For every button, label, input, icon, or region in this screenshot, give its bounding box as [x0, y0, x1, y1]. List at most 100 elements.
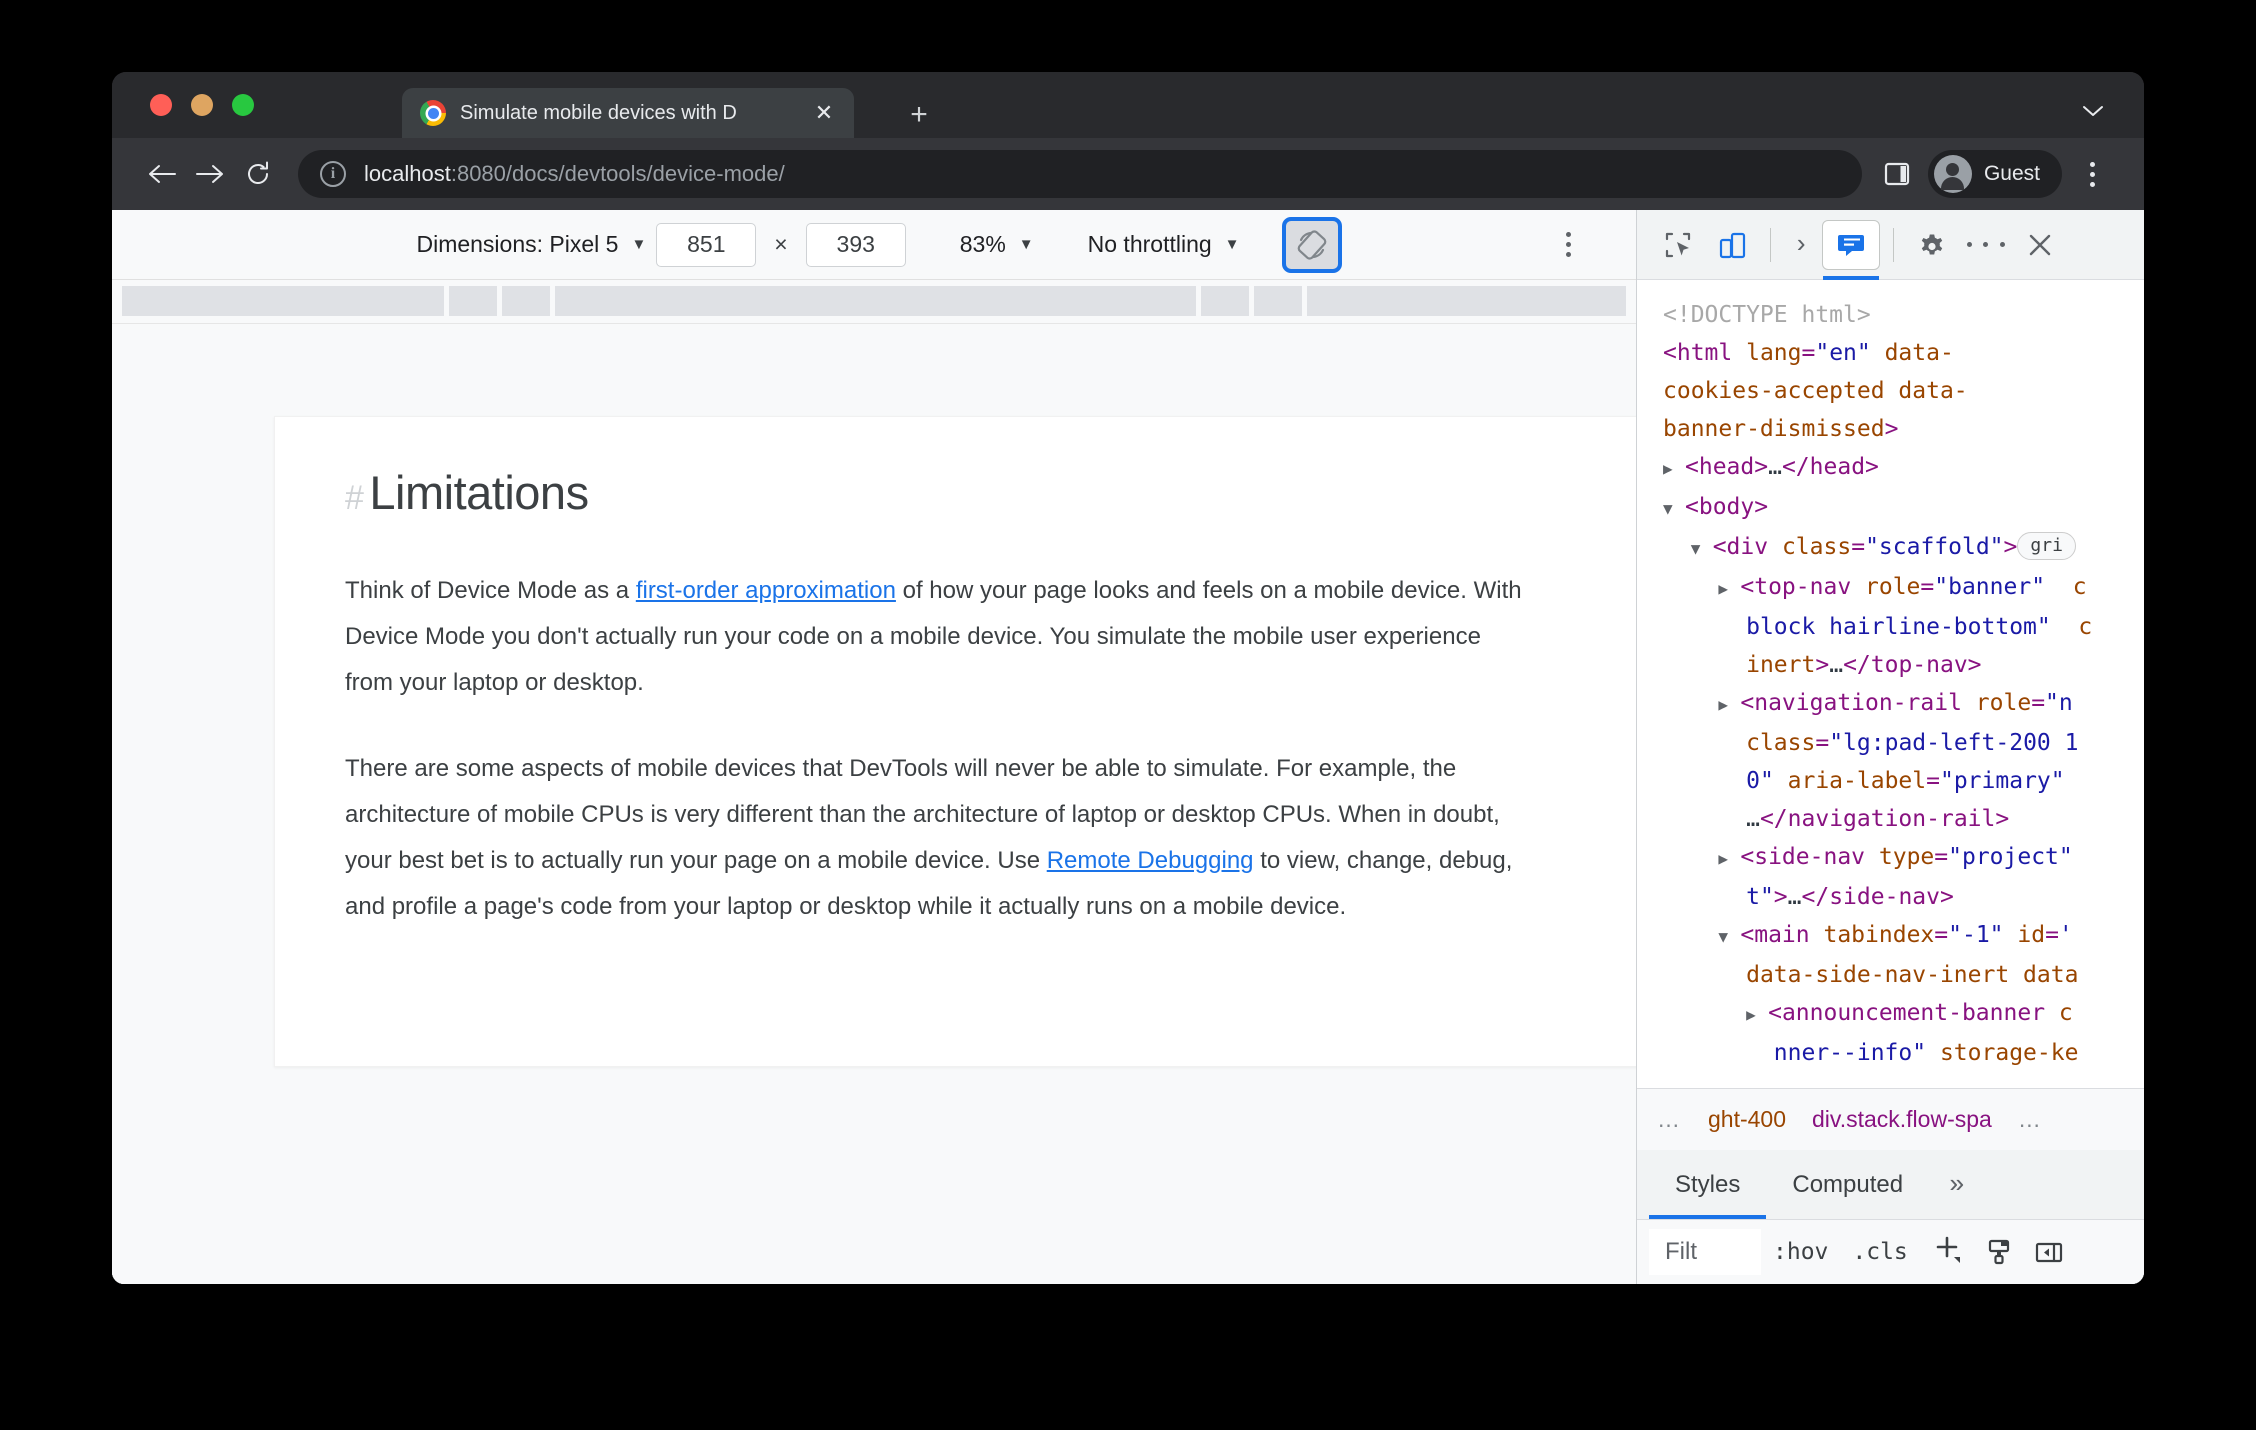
- dom-token: aria-label: [1773, 768, 1927, 794]
- dom-token: role: [1975, 690, 2032, 716]
- computed-styles-sidebar-button[interactable]: [1974, 1229, 2024, 1275]
- tab-elements[interactable]: [1822, 219, 1880, 280]
- dom-token: >: [1815, 652, 1830, 678]
- new-tab-button[interactable]: +: [902, 98, 936, 132]
- collapse-arrow-icon[interactable]: ▼: [1718, 918, 1740, 956]
- close-icon[interactable]: ✕: [810, 99, 838, 127]
- dimension-separator: ×: [774, 231, 788, 257]
- chevron-down-icon[interactable]: [2076, 94, 2110, 128]
- close-window-button[interactable]: [150, 94, 172, 116]
- tab-styles[interactable]: Styles: [1649, 1151, 1767, 1219]
- dom-tree-line[interactable]: ▶ <side-nav type="project": [1663, 838, 2144, 878]
- expand-arrow-icon[interactable]: ▶: [1718, 686, 1740, 724]
- grid-badge[interactable]: gri: [2017, 532, 2076, 560]
- close-icon: [2029, 234, 2051, 255]
- inspect-element-button[interactable]: [1653, 220, 1703, 270]
- expand-arrow-icon[interactable]: ▶: [1663, 450, 1685, 488]
- rotate-device-button[interactable]: [1281, 216, 1342, 273]
- force-state-button[interactable]: :hov: [1761, 1239, 1840, 1265]
- dom-tree-line[interactable]: inert>…</top-nav>: [1663, 646, 2144, 684]
- dom-tree-line[interactable]: ▼ <body>: [1663, 488, 2144, 528]
- dom-tree-line[interactable]: block hairline-bottom" c: [1663, 608, 2144, 646]
- breadcrumb-overflow-left[interactable]: …: [1657, 1106, 1682, 1133]
- dom-tree-line[interactable]: ▶ <announcement-banner c: [1663, 994, 2144, 1034]
- emulated-page-viewport[interactable]: # Limitations Think of Device Mode as a f…: [112, 324, 1636, 1284]
- expand-arrow-icon[interactable]: ▶: [1718, 570, 1740, 608]
- breadcrumb-item[interactable]: ght-400: [1708, 1106, 1786, 1133]
- dom-tree-line[interactable]: cookies-accepted data-: [1663, 372, 2144, 410]
- dom-tree-line[interactable]: ▶ <navigation-rail role="n: [1663, 684, 2144, 724]
- viewport-height-input[interactable]: 393: [805, 222, 906, 267]
- dom-tree[interactable]: <!DOCTYPE html> <html lang="en" data-cook…: [1637, 280, 2144, 1088]
- ruler-notch: [444, 286, 449, 316]
- styles-filter-input[interactable]: Filt: [1649, 1229, 1761, 1275]
- viewport-width-input[interactable]: 851: [656, 222, 757, 267]
- dom-tree-line[interactable]: class="lg:pad-left-200 1: [1663, 724, 2144, 762]
- element-classes-button[interactable]: .cls: [1840, 1239, 1919, 1265]
- collapse-arrow-icon[interactable]: ▼: [1691, 530, 1713, 568]
- styles-tabs-overflow[interactable]: »: [1929, 1151, 1985, 1219]
- dom-tree-line[interactable]: banner-dismissed>: [1663, 410, 2144, 448]
- maximize-window-button[interactable]: [232, 94, 254, 116]
- dom-token: class: [1746, 730, 1816, 756]
- toggle-device-toolbar-button[interactable]: [1707, 220, 1757, 270]
- toggle-sidebar-icon: [2035, 1242, 2062, 1263]
- dom-token: <main: [1740, 922, 1824, 948]
- dom-token: <div: [1712, 534, 1782, 560]
- dom-tree-line[interactable]: ▶ <top-nav role="banner" c: [1663, 568, 2144, 608]
- device-resize-ruler[interactable]: [112, 280, 1636, 324]
- dom-tree-line[interactable]: 0" aria-label="primary": [1663, 762, 2144, 800]
- panel-overflow-chevron[interactable]: ›: [1784, 230, 1818, 260]
- device-mode-more-options-button[interactable]: [1548, 223, 1588, 267]
- dom-token: "n: [2045, 690, 2073, 716]
- address-bar[interactable]: i localhost:8080/docs/devtools/device-mo…: [298, 150, 1862, 198]
- throttling-dropdown[interactable]: No throttling ▼: [1078, 231, 1250, 258]
- url-host: localhost: [364, 161, 451, 186]
- first-order-approximation-link[interactable]: first-order approximation: [636, 577, 896, 604]
- dom-token: role: [1865, 574, 1921, 600]
- expand-arrow-icon[interactable]: ▶: [1746, 996, 1768, 1034]
- dom-tree-line[interactable]: <html lang="en" data-: [1663, 334, 2144, 372]
- tab-computed[interactable]: Computed: [1766, 1151, 1929, 1219]
- kebab-dot: [1966, 242, 1972, 247]
- kebab-dot: [2089, 181, 2095, 187]
- breadcrumb-item[interactable]: div.stack.flow-spa: [1812, 1106, 1992, 1133]
- dom-token: inert: [1746, 652, 1816, 678]
- chevron-down-icon: ▼: [631, 236, 647, 253]
- expand-arrow-icon[interactable]: ▶: [1718, 840, 1740, 878]
- browser-tab[interactable]: Simulate mobile devices with D ✕: [402, 88, 854, 138]
- dom-token: </top-nav>: [1843, 652, 1982, 678]
- dom-tree-line[interactable]: t">…</side-nav>: [1663, 878, 2144, 916]
- site-info-icon[interactable]: i: [320, 161, 346, 187]
- collapse-arrow-icon[interactable]: ▼: [1663, 490, 1685, 528]
- dom-tree-line[interactable]: <!DOCTYPE html>: [1663, 296, 2144, 334]
- dom-tree-line[interactable]: ▼ <main tabindex="-1" id=': [1663, 916, 2144, 956]
- dom-tree-line[interactable]: …</navigation-rail>: [1663, 800, 2144, 838]
- dom-token: class: [1781, 534, 1852, 560]
- close-devtools-button[interactable]: [2015, 220, 2065, 270]
- dom-token: "-1": [1948, 922, 2004, 948]
- resize-handle-bar[interactable]: [122, 286, 1626, 316]
- breadcrumb-overflow-right[interactable]: …: [2018, 1106, 2043, 1133]
- device-dimensions-dropdown[interactable]: Dimensions: Pixel 5 ▼: [406, 231, 656, 258]
- back-button[interactable]: [138, 150, 186, 198]
- dom-tree-line[interactable]: nner--info" storage-ke: [1663, 1034, 2144, 1072]
- browser-menu-button[interactable]: [2070, 152, 2114, 196]
- dom-tree-line[interactable]: data-side-nav-inert data: [1663, 956, 2144, 994]
- dom-token: [1663, 806, 1746, 832]
- minimize-window-button[interactable]: [191, 94, 213, 116]
- settings-button[interactable]: [1907, 220, 1957, 270]
- dom-tree-line[interactable]: ▼ <div class="scaffold"> gri: [1663, 528, 2144, 568]
- remote-debugging-link[interactable]: Remote Debugging: [1047, 847, 1254, 874]
- forward-button[interactable]: [186, 150, 234, 198]
- new-style-rule-button[interactable]: [1920, 1231, 1974, 1274]
- dom-tree-line[interactable]: ▶ <head>…</head>: [1663, 448, 2144, 488]
- throttling-label: No throttling: [1087, 231, 1212, 257]
- toggle-sidebar-button[interactable]: [2024, 1229, 2074, 1275]
- side-panel-icon[interactable]: [1876, 153, 1918, 195]
- zoom-dropdown[interactable]: 83% ▼: [950, 231, 1044, 258]
- profile-button[interactable]: Guest: [1927, 150, 2062, 198]
- devtools-more-options-button[interactable]: [1961, 220, 2011, 270]
- reload-button[interactable]: [234, 150, 282, 198]
- styles-pane-tabs: Styles Computed »: [1637, 1150, 2144, 1220]
